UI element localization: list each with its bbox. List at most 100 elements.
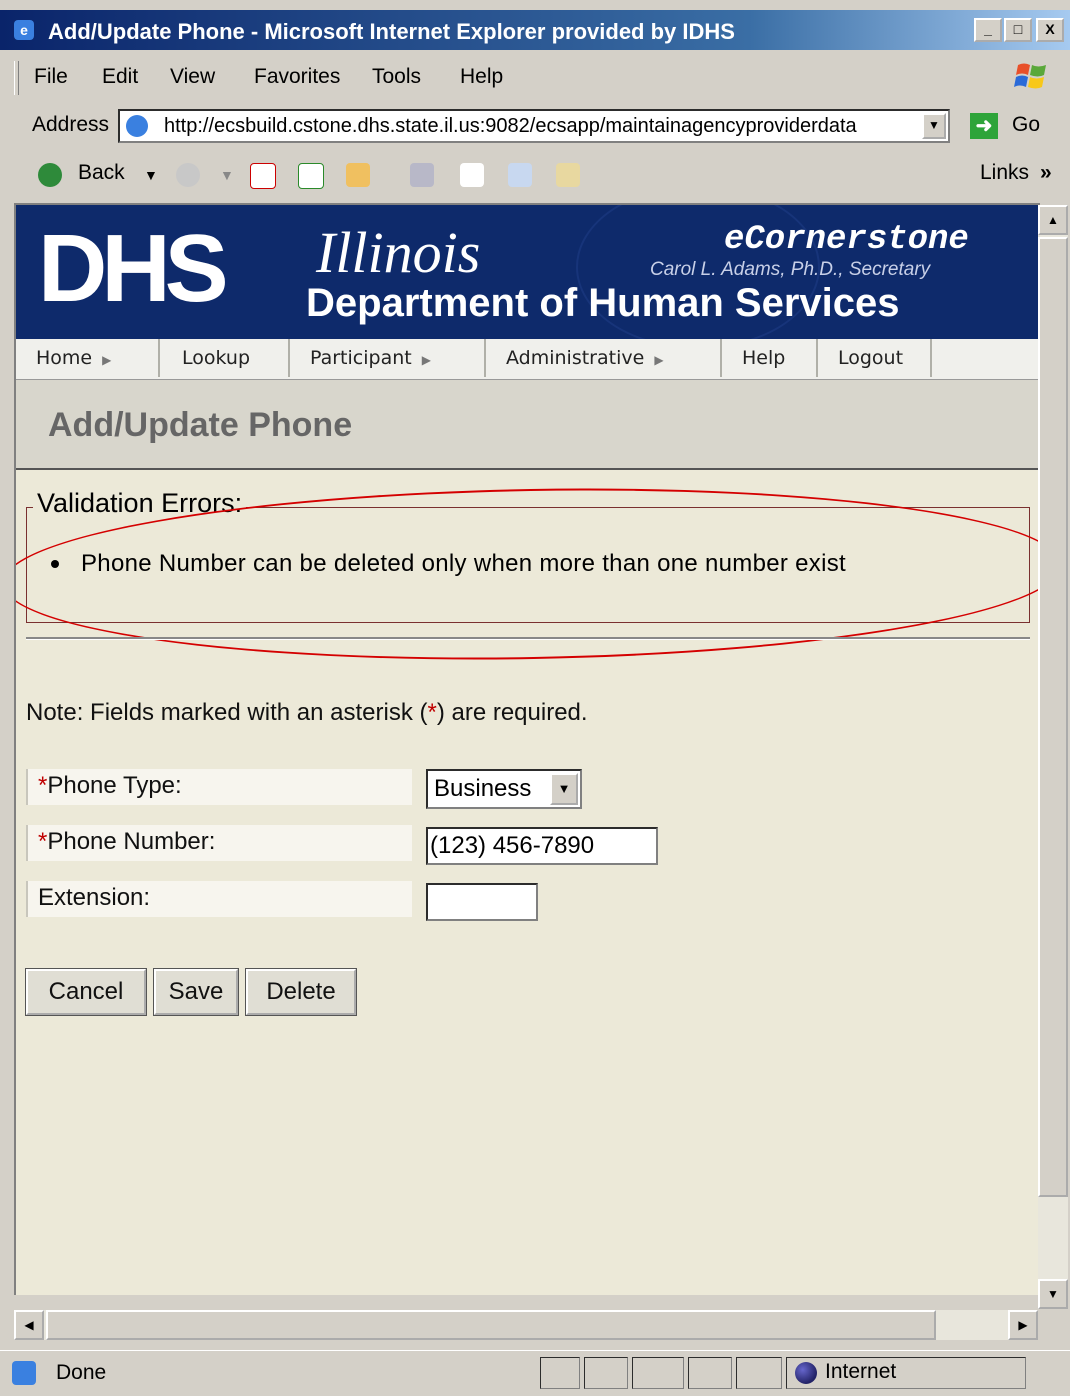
- note-suffix: ) are required.: [436, 699, 588, 726]
- nav-participant[interactable]: Participant ▶: [290, 339, 486, 377]
- chevron-right-icon[interactable]: »: [1040, 161, 1052, 185]
- home-icon[interactable]: [346, 163, 370, 187]
- go-button[interactable]: ➜ Go: [966, 111, 1056, 141]
- menu-bar: File Edit View Favorites Tools Help: [0, 55, 1070, 99]
- cut-icon[interactable]: [460, 163, 484, 187]
- delete-button[interactable]: Delete: [245, 968, 357, 1016]
- status-panel: [736, 1357, 782, 1389]
- horizontal-scrollbar[interactable]: ◀ ▶: [14, 1310, 1038, 1340]
- standard-toolbar: Back ▼ ▼ Links »: [0, 151, 1070, 199]
- browser-window: e Add/Update Phone - Microsoft Internet …: [0, 0, 1070, 1396]
- nav-participant-label: Participant: [310, 347, 412, 369]
- phone-number-input[interactable]: (123) 456-7890: [426, 827, 658, 865]
- status-bar: Done Internet: [0, 1350, 1070, 1396]
- dhs-logo: DHS: [38, 215, 229, 322]
- nav-logout-label: Logout: [838, 347, 904, 369]
- phone-number-label-text: Phone Number:: [47, 828, 216, 855]
- back-icon[interactable]: [38, 163, 62, 187]
- phone-number-label: *Phone Number:: [26, 825, 412, 861]
- address-bar: Address http://ecsbuild.cstone.dhs.state…: [0, 103, 1070, 147]
- nav-help[interactable]: Help: [722, 339, 818, 377]
- divider: [26, 637, 1030, 640]
- security-zone: Internet: [786, 1357, 1026, 1389]
- caret-right-icon: ▶: [654, 353, 664, 367]
- back-dropdown-icon[interactable]: ▼: [144, 167, 158, 183]
- scroll-down-icon[interactable]: ▼: [1038, 1279, 1068, 1309]
- minimize-button[interactable]: _: [974, 18, 1002, 42]
- note-prefix: Note: Fields marked with an asterisk (: [26, 699, 428, 726]
- forward-dropdown-icon[interactable]: ▼: [220, 167, 234, 183]
- address-input[interactable]: http://ecsbuild.cstone.dhs.state.il.us:9…: [118, 109, 950, 143]
- extension-input[interactable]: [426, 883, 538, 921]
- page-header: Add/Update Phone: [16, 380, 1040, 470]
- nav-help-label: Help: [742, 347, 786, 369]
- required-asterisk: *: [38, 772, 48, 799]
- maximize-button[interactable]: □: [1004, 18, 1032, 42]
- menu-edit[interactable]: Edit: [102, 65, 138, 89]
- paste-icon[interactable]: [556, 163, 580, 187]
- banner-app-name: eCornerstone: [724, 221, 969, 259]
- nav-administrative-label: Administrative: [506, 347, 645, 369]
- horizontal-scroll-thumb[interactable]: [46, 1310, 936, 1340]
- menu-file[interactable]: File: [34, 65, 68, 89]
- nav-logout[interactable]: Logout: [818, 339, 932, 377]
- toolbar-grip[interactable]: [14, 61, 19, 95]
- menu-favorites[interactable]: Favorites: [254, 65, 340, 89]
- menu-help[interactable]: Help: [460, 65, 503, 89]
- note-asterisk: *: [427, 699, 437, 726]
- nav-home-label: Home: [36, 347, 93, 369]
- extension-label: Extension:: [26, 881, 412, 917]
- dhs-banner: DHS Illinois Department of Human Service…: [16, 205, 1040, 339]
- banner-department: Department of Human Services: [306, 281, 900, 325]
- internet-globe-icon: [795, 1362, 817, 1384]
- close-button[interactable]: X: [1036, 18, 1064, 42]
- refresh-icon[interactable]: [298, 163, 324, 189]
- scroll-up-icon[interactable]: ▲: [1038, 205, 1068, 235]
- required-asterisk: *: [38, 828, 48, 855]
- page-viewport: DHS Illinois Department of Human Service…: [14, 203, 1040, 1295]
- nav-lookup[interactable]: Lookup: [162, 339, 290, 377]
- copy-icon[interactable]: [508, 163, 532, 187]
- scroll-left-icon[interactable]: ◀: [14, 1310, 44, 1340]
- cancel-button[interactable]: Cancel: [25, 968, 147, 1016]
- status-panel: [584, 1357, 628, 1389]
- back-button[interactable]: Back: [78, 161, 125, 185]
- phone-type-label-text: Phone Type:: [47, 772, 182, 799]
- vertical-scrollbar[interactable]: ▲ ▼: [1038, 205, 1068, 1309]
- address-dropdown-icon[interactable]: ▼: [922, 113, 946, 139]
- banner-secretary: Carol L. Adams, Ph.D., Secretary: [650, 259, 931, 280]
- nav-lookup-label: Lookup: [182, 347, 251, 369]
- address-label: Address: [32, 113, 110, 136]
- forward-icon[interactable]: [176, 163, 200, 187]
- page-icon: [126, 115, 148, 137]
- banner-state: Illinois: [316, 220, 481, 285]
- menu-tools[interactable]: Tools: [372, 65, 421, 89]
- caret-right-icon: ▶: [102, 353, 112, 367]
- title-bar: e Add/Update Phone - Microsoft Internet …: [0, 10, 1070, 50]
- app-nav-bar: Home ▶ Lookup Participant ▶ Administrative…: [16, 339, 1040, 380]
- scroll-right-icon[interactable]: ▶: [1008, 1310, 1038, 1340]
- status-panel: [632, 1357, 684, 1389]
- window-title: Add/Update Phone - Microsoft Internet Ex…: [48, 19, 735, 44]
- status-text: Done: [56, 1361, 107, 1384]
- stop-icon[interactable]: [250, 163, 276, 189]
- select-dropdown-icon[interactable]: ▼: [550, 773, 578, 805]
- ie-icon: e: [14, 20, 34, 40]
- vertical-scroll-thumb[interactable]: [1038, 237, 1068, 1197]
- status-panel: [688, 1357, 732, 1389]
- nav-home[interactable]: Home ▶: [16, 339, 160, 377]
- save-button[interactable]: Save: [153, 968, 239, 1016]
- extension-label-text: Extension:: [38, 884, 151, 911]
- menu-view[interactable]: View: [170, 65, 215, 89]
- zone-label: Internet: [825, 1360, 897, 1383]
- status-panel: [540, 1357, 580, 1389]
- links-button[interactable]: Links: [980, 161, 1029, 185]
- go-label: Go: [1012, 113, 1041, 136]
- nav-administrative[interactable]: Administrative ▶: [486, 339, 722, 377]
- windows-logo-icon: [1014, 63, 1046, 89]
- phone-type-select[interactable]: Business ▼: [426, 769, 582, 809]
- address-url[interactable]: http://ecsbuild.cstone.dhs.state.il.us:9…: [164, 115, 914, 138]
- print-icon[interactable]: [410, 163, 434, 187]
- phone-type-label: *Phone Type:: [26, 769, 412, 805]
- required-fields-note: Note: Fields marked with an asterisk (*)…: [26, 699, 588, 727]
